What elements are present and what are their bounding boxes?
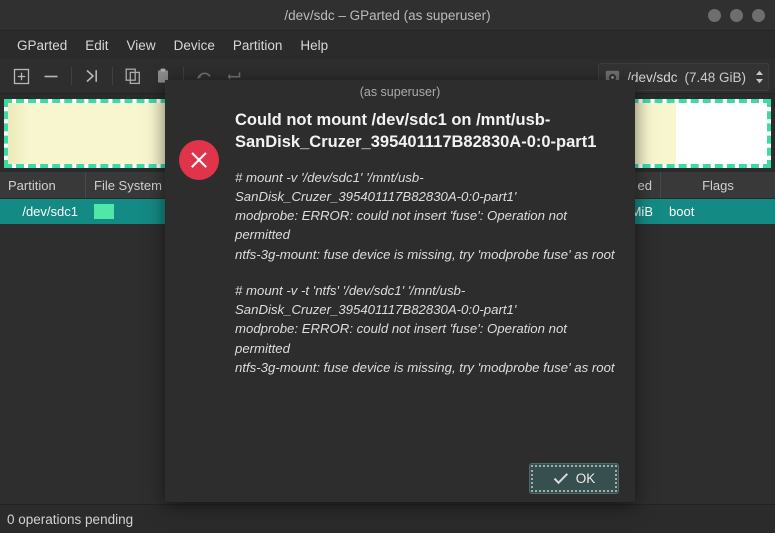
error-circle-x-icon bbox=[179, 140, 219, 180]
statusbar: 0 operations pending bbox=[0, 504, 775, 533]
dialog-icon-wrap bbox=[179, 110, 231, 454]
chevron-down-icon bbox=[756, 79, 763, 84]
toolbar-separator bbox=[112, 67, 113, 85]
dialog-detail-block-1: # mount -v '/dev/sdc1' '/mnt/usb-SanDisk… bbox=[235, 169, 615, 262]
cell-partition: /dev/sdc1 bbox=[22, 204, 78, 219]
error-dialog: (as superuser) Could not mount /dev/sdc1… bbox=[165, 80, 635, 502]
window-controls bbox=[708, 0, 765, 30]
window-titlebar: /dev/sdc – GParted (as superuser) bbox=[0, 0, 775, 31]
menu-gparted[interactable]: GParted bbox=[8, 35, 76, 56]
menu-view[interactable]: View bbox=[118, 35, 165, 56]
minimize-button[interactable] bbox=[708, 8, 721, 22]
device-spinner[interactable] bbox=[755, 70, 764, 84]
device-size: (7.48 GiB) bbox=[684, 69, 746, 85]
maximize-button[interactable] bbox=[730, 8, 743, 22]
delete-partition-button[interactable] bbox=[36, 63, 66, 89]
window-title: /dev/sdc – GParted (as superuser) bbox=[284, 7, 491, 23]
dialog-text: Could not mount /dev/sdc1 on /mnt/usb-Sa… bbox=[231, 110, 617, 454]
ok-button[interactable]: OK bbox=[529, 462, 619, 494]
menu-device[interactable]: Device bbox=[165, 35, 224, 56]
toolbar-separator bbox=[71, 67, 72, 85]
new-partition-button[interactable] bbox=[6, 63, 36, 89]
check-icon bbox=[553, 472, 568, 484]
dialog-titlebar-text: (as superuser) bbox=[359, 85, 441, 99]
cell-flags: boot bbox=[669, 204, 695, 219]
copy-icon bbox=[125, 68, 140, 85]
statusbar-text: 0 operations pending bbox=[7, 511, 134, 527]
column-header-partition[interactable]: Partition bbox=[0, 172, 86, 198]
partition-unused-region bbox=[675, 103, 767, 164]
column-header-flags[interactable]: Flags bbox=[661, 172, 775, 198]
dialog-footer: OK bbox=[165, 454, 635, 502]
menubar: GParted Edit View Device Partition Help bbox=[0, 31, 775, 59]
menu-help[interactable]: Help bbox=[291, 35, 337, 56]
plus-square-icon bbox=[13, 68, 29, 84]
copy-button[interactable] bbox=[118, 63, 148, 89]
resize-move-button[interactable] bbox=[77, 63, 107, 89]
ok-button-label: OK bbox=[575, 470, 596, 486]
filesystem-color-swatch bbox=[94, 204, 114, 219]
menu-partition[interactable]: Partition bbox=[224, 35, 292, 56]
menu-edit[interactable]: Edit bbox=[76, 35, 117, 56]
dialog-titlebar: (as superuser) bbox=[165, 80, 635, 104]
resize-arrow-icon bbox=[86, 69, 97, 83]
dialog-heading: Could not mount /dev/sdc1 on /mnt/usb-Sa… bbox=[235, 111, 597, 151]
minus-icon bbox=[44, 75, 58, 77]
dialog-detail-block-2: # mount -v -t 'ntfs' '/dev/sdc1' '/mnt/u… bbox=[235, 282, 615, 375]
chevron-up-icon bbox=[756, 70, 763, 75]
dialog-body: Could not mount /dev/sdc1 on /mnt/usb-Sa… bbox=[165, 104, 635, 454]
close-button[interactable] bbox=[752, 8, 765, 22]
